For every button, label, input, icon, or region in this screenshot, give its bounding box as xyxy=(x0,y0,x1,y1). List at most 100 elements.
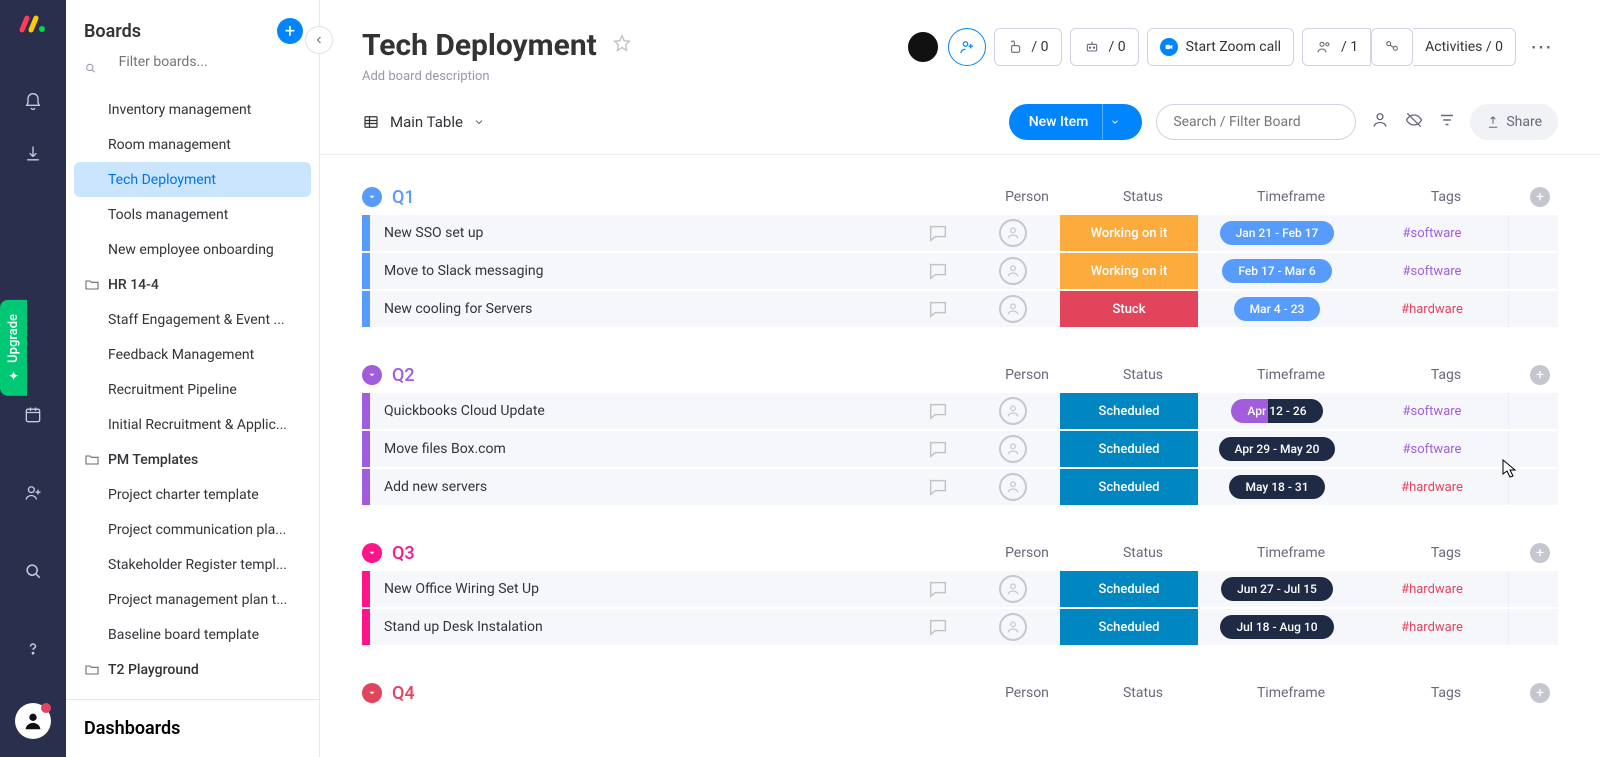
bell-icon[interactable] xyxy=(23,92,43,116)
sidebar-board-item[interactable]: Tech Deployment xyxy=(74,162,311,197)
dashboards-heading[interactable]: Dashboards xyxy=(66,699,319,757)
help-icon[interactable] xyxy=(23,639,43,663)
group-toggle[interactable] xyxy=(362,543,382,563)
filter-icon[interactable] xyxy=(1438,111,1456,133)
chat-icon[interactable] xyxy=(910,578,966,600)
tags-cell[interactable]: #software xyxy=(1356,404,1508,419)
status-cell[interactable]: Working on it xyxy=(1060,253,1198,289)
tags-cell[interactable]: #software xyxy=(1356,226,1508,241)
search-icon[interactable] xyxy=(23,561,43,585)
hide-icon[interactable] xyxy=(1404,110,1424,134)
column-header-tags[interactable]: Tags xyxy=(1370,189,1522,205)
app-logo[interactable] xyxy=(18,14,48,38)
sidebar-board-item[interactable]: Feedback Management xyxy=(66,337,319,372)
column-header-tags[interactable]: Tags xyxy=(1370,545,1522,561)
chat-icon[interactable] xyxy=(910,222,966,244)
sidebar-board-item[interactable]: Room management xyxy=(66,127,319,162)
board-description[interactable]: Add board description xyxy=(362,69,890,84)
sidebar-board-item[interactable]: Recruitment Pipeline xyxy=(66,372,319,407)
sidebar-board-item[interactable]: Project charter template xyxy=(66,477,319,512)
status-cell[interactable]: Scheduled xyxy=(1060,431,1198,467)
tags-cell[interactable]: #software xyxy=(1356,264,1508,279)
add-column-button[interactable]: + xyxy=(1530,543,1550,563)
filter-boards-input[interactable] xyxy=(119,54,285,70)
column-header-status[interactable]: Status xyxy=(1074,367,1212,383)
status-cell[interactable]: Scheduled xyxy=(1060,571,1198,607)
column-header-status[interactable]: Status xyxy=(1074,685,1212,701)
status-cell[interactable]: Working on it xyxy=(1060,215,1198,251)
start-zoom-button[interactable]: Start Zoom call xyxy=(1147,28,1294,66)
column-header-status[interactable]: Status xyxy=(1074,545,1212,561)
chat-icon[interactable] xyxy=(910,476,966,498)
sidebar-board-item[interactable]: Staff Engagement & Event ... xyxy=(66,302,319,337)
calendar-icon[interactable] xyxy=(23,405,43,429)
item-name[interactable]: Add new servers xyxy=(370,479,910,495)
sidebar-folder[interactable]: HR 14-4 xyxy=(66,267,319,302)
star-icon[interactable] xyxy=(611,28,633,63)
new-item-button[interactable]: New Item xyxy=(1009,104,1143,140)
tags-cell[interactable]: #software xyxy=(1356,442,1508,457)
timeframe-cell[interactable]: Mar 4 - 23 xyxy=(1198,297,1356,321)
column-header-timeframe[interactable]: Timeframe xyxy=(1212,189,1370,205)
chat-icon[interactable] xyxy=(910,616,966,638)
person-cell[interactable] xyxy=(966,219,1060,247)
sidebar-board-item[interactable]: New employee onboarding xyxy=(66,232,319,267)
timeframe-cell[interactable]: Feb 17 - Mar 6 xyxy=(1198,259,1356,283)
people-counter[interactable]: / 1 xyxy=(1302,28,1371,66)
sidebar-board-item[interactable]: Initial Recruitment & Applic... xyxy=(66,407,319,442)
timeframe-cell[interactable]: Apr 12 - 26 xyxy=(1198,399,1356,423)
group-title[interactable]: Q3 xyxy=(392,543,980,564)
chat-icon[interactable] xyxy=(910,298,966,320)
add-column-button[interactable]: + xyxy=(1530,187,1550,207)
timeframe-cell[interactable]: Jul 18 - Aug 10 xyxy=(1198,615,1356,639)
person-cell[interactable] xyxy=(966,613,1060,641)
sidebar-board-item[interactable]: Stakeholder Register templ... xyxy=(66,547,319,582)
board-title[interactable]: Tech Deployment xyxy=(362,28,597,63)
collapse-sidebar-button[interactable] xyxy=(305,26,333,54)
item-name[interactable]: Move files Box.com xyxy=(370,441,910,457)
chat-icon[interactable] xyxy=(910,260,966,282)
sidebar-folder[interactable]: PM Templates xyxy=(66,442,319,477)
add-column-button[interactable]: + xyxy=(1530,683,1550,703)
group-toggle[interactable] xyxy=(362,365,382,385)
invite-icon[interactable] xyxy=(23,483,43,507)
item-name[interactable]: Move to Slack messaging xyxy=(370,263,910,279)
person-filter-icon[interactable] xyxy=(1370,110,1390,134)
add-column-button[interactable]: + xyxy=(1530,365,1550,385)
chat-icon[interactable] xyxy=(910,400,966,422)
tags-cell[interactable]: #hardware xyxy=(1356,620,1508,635)
chevron-down-icon[interactable] xyxy=(1102,104,1126,140)
item-name[interactable]: New cooling for Servers xyxy=(370,301,910,317)
person-cell[interactable] xyxy=(966,435,1060,463)
activities-button[interactable]: Activities / 0 xyxy=(1413,28,1516,66)
status-cell[interactable]: Stuck xyxy=(1060,291,1198,327)
column-header-timeframe[interactable]: Timeframe xyxy=(1212,367,1370,383)
item-name[interactable]: New SSO set up xyxy=(370,225,910,241)
sidebar-folder[interactable]: T2 Playground xyxy=(66,652,319,687)
status-cell[interactable]: Scheduled xyxy=(1060,609,1198,645)
sidebar-board-item[interactable]: Project communication pla... xyxy=(66,512,319,547)
item-name[interactable]: Stand up Desk Instalation xyxy=(370,619,910,635)
timeframe-cell[interactable]: Jan 21 - Feb 17 xyxy=(1198,221,1356,245)
sidebar-board-item[interactable]: Tools management xyxy=(66,197,319,232)
timeframe-cell[interactable]: Apr 29 - May 20 xyxy=(1198,437,1356,461)
sidebar-board-item[interactable]: Inventory management xyxy=(66,92,319,127)
column-header-person[interactable]: Person xyxy=(980,189,1074,205)
group-toggle[interactable] xyxy=(362,683,382,703)
person-cell[interactable] xyxy=(966,257,1060,285)
status-cell[interactable]: Scheduled xyxy=(1060,469,1198,505)
person-cell[interactable] xyxy=(966,473,1060,501)
item-name[interactable]: New Office Wiring Set Up xyxy=(370,581,910,597)
search-board-input[interactable] xyxy=(1156,104,1356,140)
tags-cell[interactable]: #hardware xyxy=(1356,480,1508,495)
user-avatar[interactable] xyxy=(15,703,51,739)
column-header-person[interactable]: Person xyxy=(980,367,1074,383)
status-cell[interactable]: Scheduled xyxy=(1060,393,1198,429)
sidebar-board-item[interactable]: Project management plan t... xyxy=(66,582,319,617)
integrations-button[interactable] xyxy=(1371,28,1413,66)
person-cell[interactable] xyxy=(966,397,1060,425)
column-header-person[interactable]: Person xyxy=(980,685,1074,701)
column-header-tags[interactable]: Tags xyxy=(1370,685,1522,701)
more-options-button[interactable]: ⋯ xyxy=(1524,35,1558,60)
board-members[interactable] xyxy=(906,30,940,64)
